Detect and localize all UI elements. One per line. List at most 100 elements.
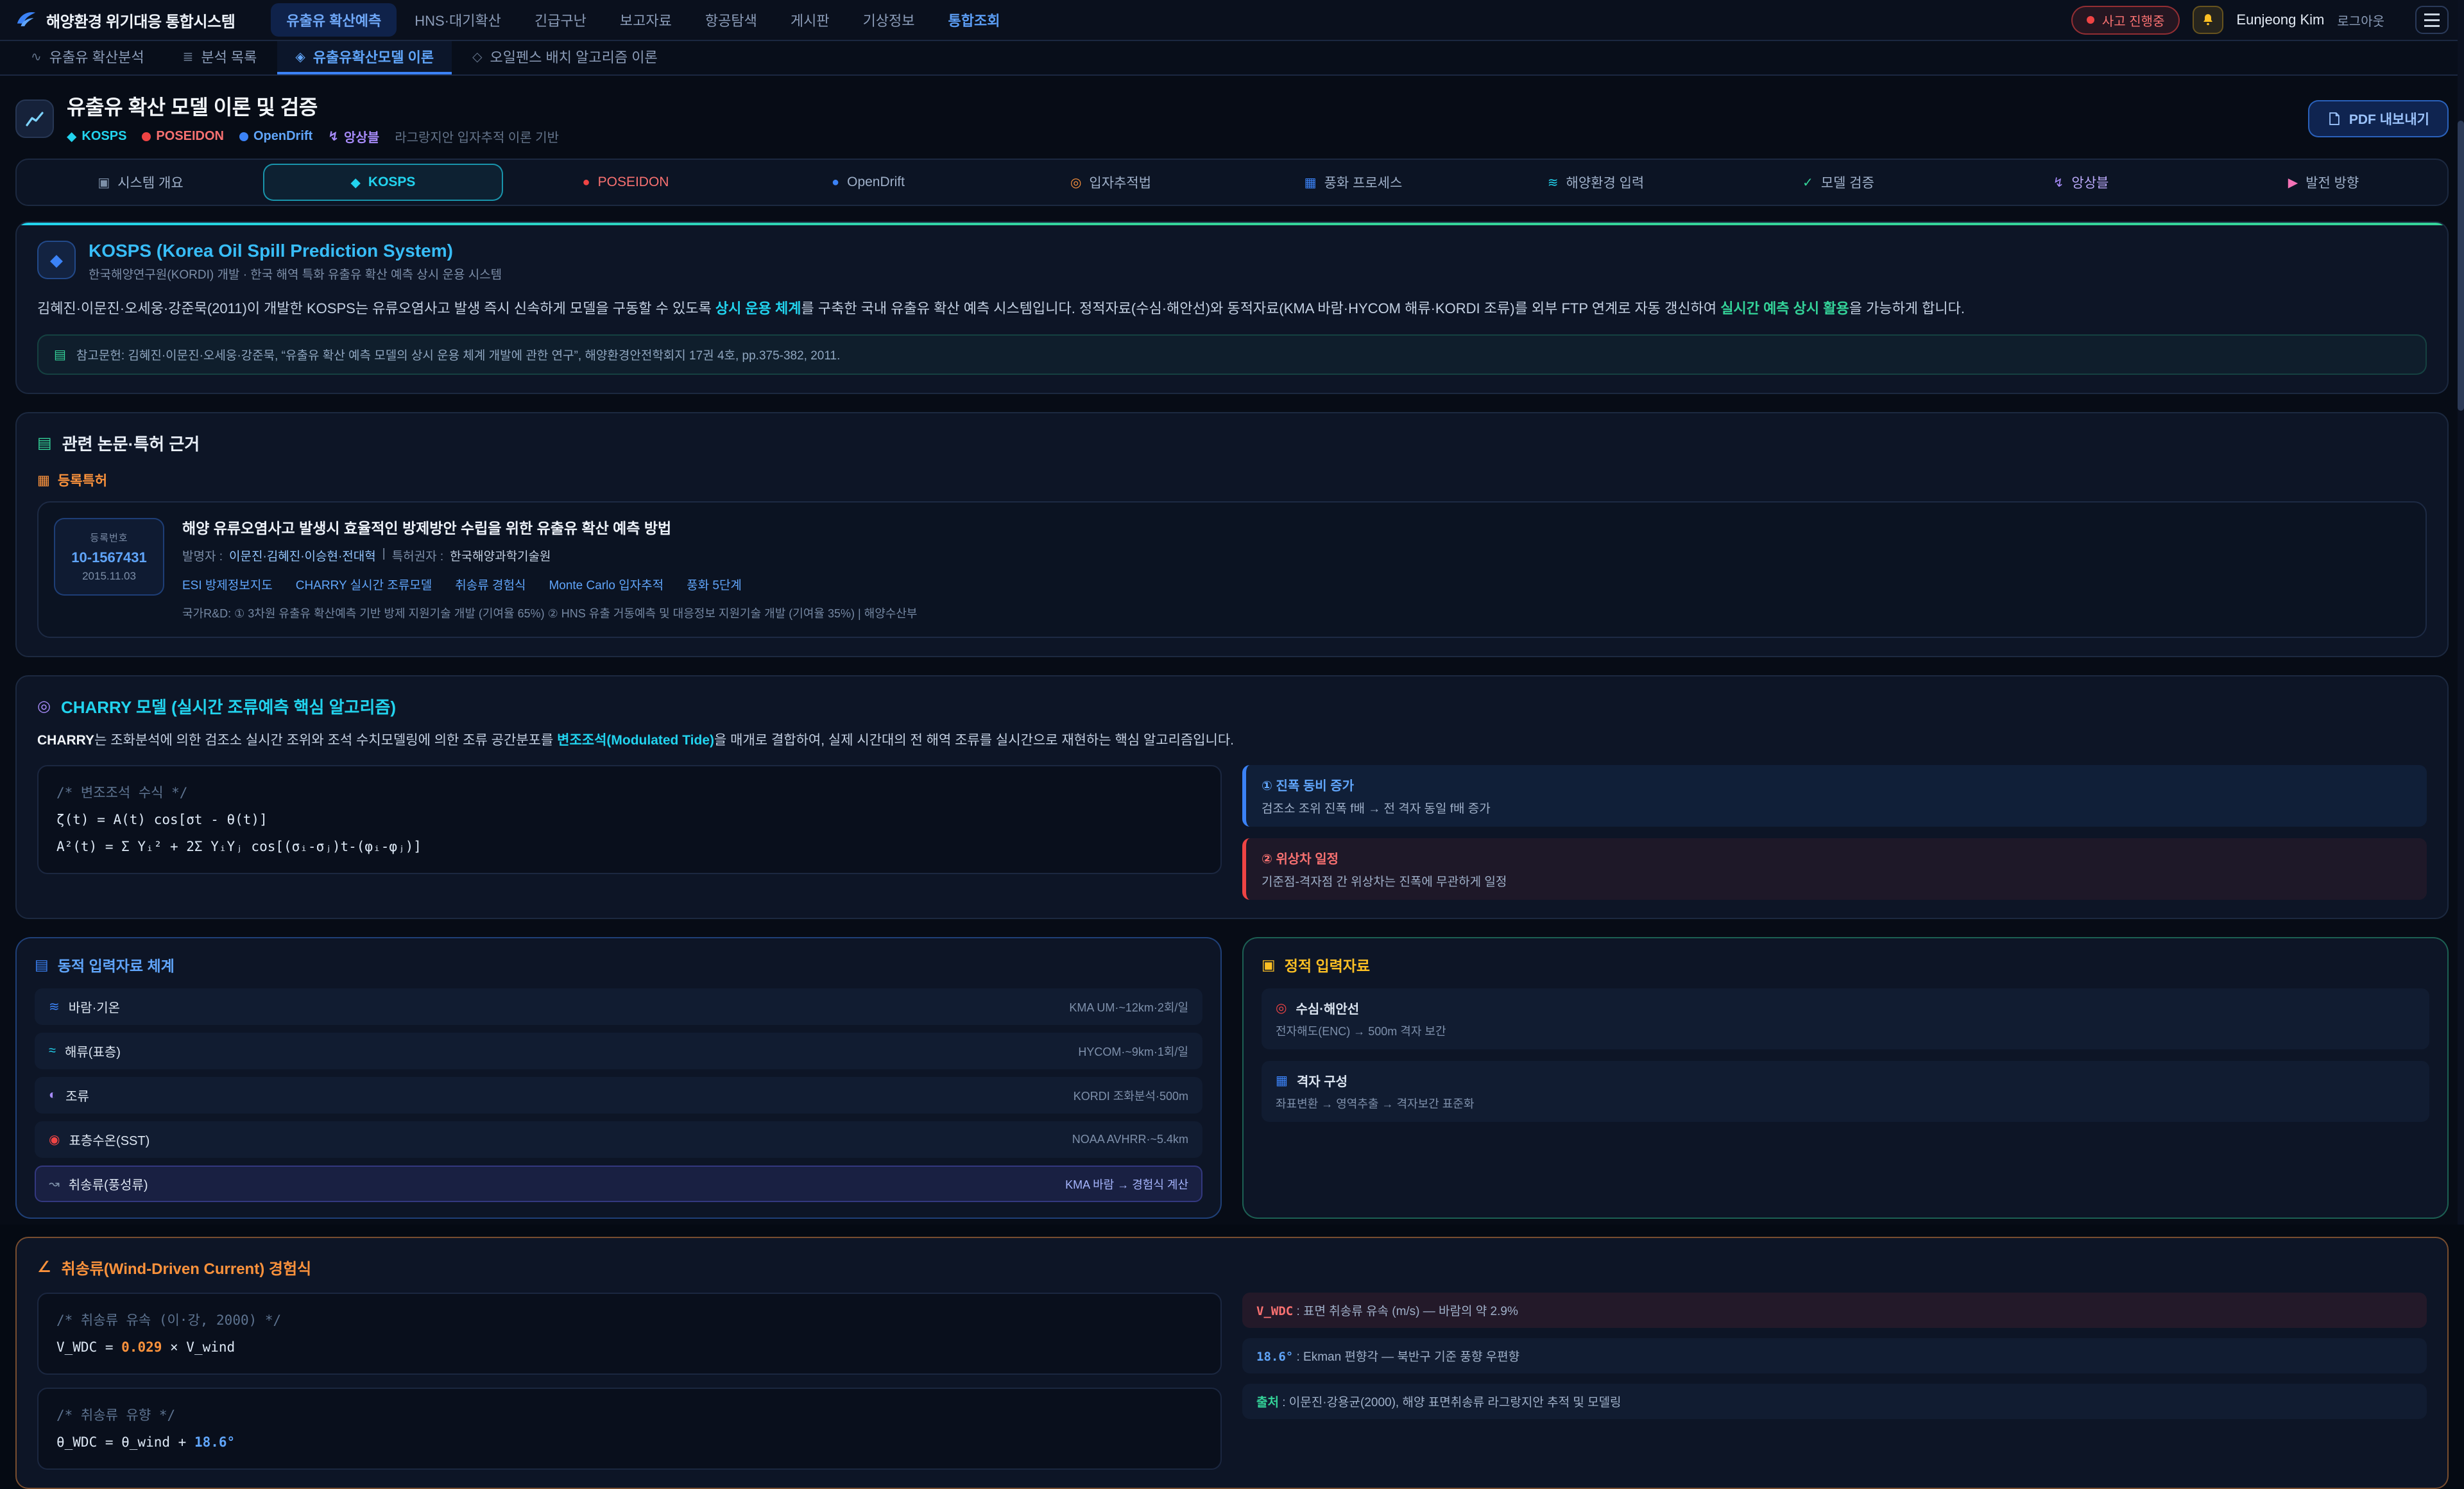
logout-link[interactable]: 로그아웃	[2337, 11, 2384, 30]
nav-item-integrated-search[interactable]: 통합조회	[933, 3, 1016, 37]
wdc-code-column: /* 취송류 유속 (이·강, 2000) */ V_WDC = 0.029 ×…	[37, 1293, 1222, 1470]
rocket-icon: ▶	[2288, 175, 2298, 191]
charry-formula-code: /* 변조조석 수식 */ ζ(t) = A(t) cos[σt - θ(t)]…	[37, 765, 1222, 874]
section-tab-poseidon[interactable]: ●POSEIDON	[506, 164, 746, 201]
dynamic-row-sst: ◉표층수온(SST) NOAA AVHRR·~5.4km	[35, 1121, 1202, 1158]
main-menu: 유출유 확산예측 HNS·대기확산 긴급구난 보고자료 항공탐색 게시판 기상정…	[271, 3, 1015, 37]
wdc-direction-formula: θ_WDC = θ_wind + 18.6°	[56, 1429, 1202, 1456]
nav-item-oil-spill-prediction[interactable]: 유출유 확산예측	[271, 3, 397, 37]
registration-label: 등록번호	[65, 531, 153, 544]
section-tabs: ▣시스템 개요 ◆KOSPS ●POSEIDON ●OpenDrift ◎입자추…	[15, 159, 2449, 206]
user-name: Eunjeong Kim	[2236, 12, 2324, 28]
static-input-title-row: ▣ 정적 입력자료	[1262, 954, 2429, 976]
section-tab-kosps[interactable]: ◆KOSPS	[263, 164, 503, 201]
tab-boom-algorithm-theory[interactable]: ◇ 오일펜스 배치 알고리즘 이론	[454, 41, 676, 74]
brand-name: 해양환경 위기대응 통합시스템	[46, 9, 235, 31]
note-title: ② 위상차 일정	[1262, 848, 2411, 867]
note-body: 검조소 조위 진폭 f배 → 전 격자 동일 f배 증가	[1262, 799, 2411, 816]
registration-date: 2015.11.03	[65, 570, 153, 583]
nav-right-area: 사고 진행중 Eunjeong Kim 로그아웃	[2071, 6, 2449, 35]
wdc-formula-card: ∠ 취송류(Wind-Driven Current) 경험식 /* 취송류 유속…	[15, 1237, 2449, 1489]
folder-icon: ▣	[1262, 956, 1276, 974]
page-title: 유출유 확산 모델 이론 및 검증	[67, 91, 559, 121]
note-title: ① 진폭 동비 증가	[1262, 775, 2411, 794]
patent-tag-esi[interactable]: ESI 방제정보지도	[182, 576, 273, 593]
scrollbar-thumb[interactable]	[2458, 121, 2464, 411]
nav-item-aerial-search[interactable]: 항공탐색	[690, 3, 773, 37]
page-icon-box	[15, 99, 54, 138]
wdc-title: 취송류(Wind-Driven Current) 경험식	[62, 1256, 312, 1278]
kosps-card-icon: ◆	[37, 241, 76, 279]
wdc-speed-code: /* 취송류 유속 (이·강, 2000) */ V_WDC = 0.029 ×…	[37, 1293, 1222, 1375]
patent-section-title-row: ▤ 관련 논문·특허 근거	[37, 431, 2427, 455]
boom-theory-icon: ◇	[472, 49, 482, 65]
wdc-title-row: ∠ 취송류(Wind-Driven Current) 경험식	[37, 1256, 2427, 1278]
patent-tag-weathering[interactable]: 풍화 5단계	[687, 576, 742, 593]
wave-icon: ≋	[1548, 175, 1559, 191]
tab-analysis-list[interactable]: ≣ 분석 목록	[165, 41, 275, 74]
static-row-bathymetry: ◎수심·해안선 전자해도(ENC) → 500m 격자 보간	[1262, 988, 2429, 1049]
tag-theory-note: 라그랑지안 입자추적 이론 기반	[395, 127, 559, 146]
section-tab-ensemble[interactable]: ↯앙상블	[1961, 164, 2201, 201]
patent-tag-wdc[interactable]: 취송류 경험식	[455, 576, 526, 593]
patent-card: 등록번호 10-1567431 2015.11.03 해양 유류오염사고 발생시…	[37, 501, 2427, 637]
formula-zeta: ζ(t) = A(t) cos[σt - θ(t)]	[56, 806, 1202, 833]
note-body: 기준점-격자점 간 위상차는 진폭에 무관하게 일정	[1262, 872, 2411, 890]
hamburger-menu-button[interactable]	[2415, 6, 2449, 34]
tab-spill-analysis[interactable]: ∿ 유출유 확산분석	[13, 41, 162, 74]
bell-icon	[2200, 12, 2216, 28]
poseidon-dot-icon	[142, 132, 151, 141]
patent-tag-montecarlo[interactable]: Monte Carlo 입자추적	[549, 576, 663, 593]
ensemble-bolt-icon: ↯	[328, 128, 339, 144]
highlight-operational-system: 상시 운용 체계	[715, 300, 801, 316]
tag-poseidon: POSEIDON	[142, 129, 224, 144]
section-tab-particle-tracking[interactable]: ◎입자추적법	[991, 164, 1231, 201]
charry-title: CHARRY 모델 (실시간 조류예측 핵심 알고리즘)	[61, 694, 396, 718]
diamond-icon: ◆	[351, 175, 361, 191]
wdc-note-speed: V_WDC : 표면 취송류 유속 (m/s) — 바람의 약 2.9%	[1242, 1293, 2427, 1328]
wing-logo-icon	[15, 9, 37, 31]
phase-constant-note: ② 위상차 일정 기준점-격자점 간 위상차는 진폭에 무관하게 일정	[1242, 838, 2427, 900]
nav-item-weather-info[interactable]: 기상정보	[848, 3, 930, 37]
section-tab-weathering-process[interactable]: ▦풍화 프로세스	[1233, 164, 1473, 201]
nav-item-hns-air-diffusion[interactable]: HNS·대기확산	[399, 3, 517, 37]
charry-notes: ① 진폭 동비 증가 검조소 조위 진폭 f배 → 전 격자 동일 f배 증가 …	[1242, 765, 2427, 900]
analysis-list-icon: ≣	[183, 49, 194, 65]
notification-bell-button[interactable]	[2193, 6, 2223, 34]
code-comment: /* 취송류 유속 (이·강, 2000) */	[56, 1307, 1202, 1334]
reference-box: ▤ 참고문헌: 김혜진·이문진·오세웅·강준묵, “유출유 확산 예측 모델의 …	[37, 334, 2427, 375]
section-tab-model-validation[interactable]: ✓모델 검증	[1718, 164, 1958, 201]
nav-item-reports[interactable]: 보고자료	[604, 3, 687, 37]
page-header: 유출유 확산 모델 이론 및 검증 ◆ KOSPS POSEIDON OpenD…	[0, 76, 2464, 156]
patent-tag-charry[interactable]: CHARRY 실시간 조류모델	[296, 576, 432, 593]
charry-description: CHARRY는 조화분석에 의한 검조소 실시간 조위와 조석 수치모델링에 의…	[37, 730, 2427, 752]
section-tab-opendrift[interactable]: ●OpenDrift	[748, 164, 988, 201]
inventor-names: 이문진·김혜진·이승현·전대혁	[229, 547, 376, 564]
input-data-columns: ▤ 동적 입력자료 체계 ≋바람·기온 KMA UM·~12km·2회/일 ≈해…	[15, 937, 2449, 1219]
static-row-grid: ▦격자 구성 좌표변환 → 영역추출 → 격자보간 표준화	[1262, 1061, 2429, 1122]
kosps-overview-card: ◆ KOSPS (Korea Oil Spill Prediction Syst…	[15, 221, 2449, 394]
current-wave-icon: ≈	[49, 1044, 56, 1058]
dynamic-input-title: 동적 입력자료 체계	[58, 954, 175, 976]
pdf-export-button[interactable]: PDF 내보내기	[2308, 100, 2449, 137]
section-tab-ocean-env-input[interactable]: ≋해양환경 입력	[1476, 164, 1716, 201]
wdc-arrow-icon: ↝	[49, 1176, 60, 1192]
spill-analysis-icon: ∿	[31, 49, 42, 65]
check-icon: ✓	[1802, 175, 1813, 191]
section-tab-system-overview[interactable]: ▣시스템 개요	[21, 164, 261, 201]
target-icon: ◎	[1070, 175, 1081, 191]
page-scrollbar[interactable]	[2458, 0, 2464, 1225]
patent-meta: 발명자 : 이문진·김혜진·이승현·전대혁 | 특허권자 : 한국해양과학기술원	[182, 547, 917, 564]
wdc-speed-formula: V_WDC = 0.029 × V_wind	[56, 1334, 1202, 1361]
nav-item-board[interactable]: 게시판	[775, 3, 845, 37]
tab-model-theory[interactable]: ◈ 유출유확산모델 이론	[277, 41, 452, 74]
patent-title: 해양 유류오염사고 발생시 효율적인 방제방안 수립을 위한 유출유 확산 예측…	[182, 518, 917, 538]
grid-cells-icon: ▦	[1276, 1072, 1288, 1089]
nav-item-emergency-rescue[interactable]: 긴급구난	[519, 3, 602, 37]
patent-rnd-note: 국가R&D: ① 3차원 유출유 확산예측 기반 방제 지원기술 개발 (기여율…	[182, 605, 917, 621]
page-chart-icon	[24, 108, 45, 129]
incident-status-badge: 사고 진행중	[2071, 6, 2180, 35]
patent-registration-box: 등록번호 10-1567431 2015.11.03	[54, 518, 164, 596]
section-tab-future-direction[interactable]: ▶발전 방향	[2203, 164, 2443, 201]
wdc-note-source: 출처 : 이문진·강용균(2000), 해양 표면취송류 라그랑지안 추적 및 …	[1242, 1384, 2427, 1419]
